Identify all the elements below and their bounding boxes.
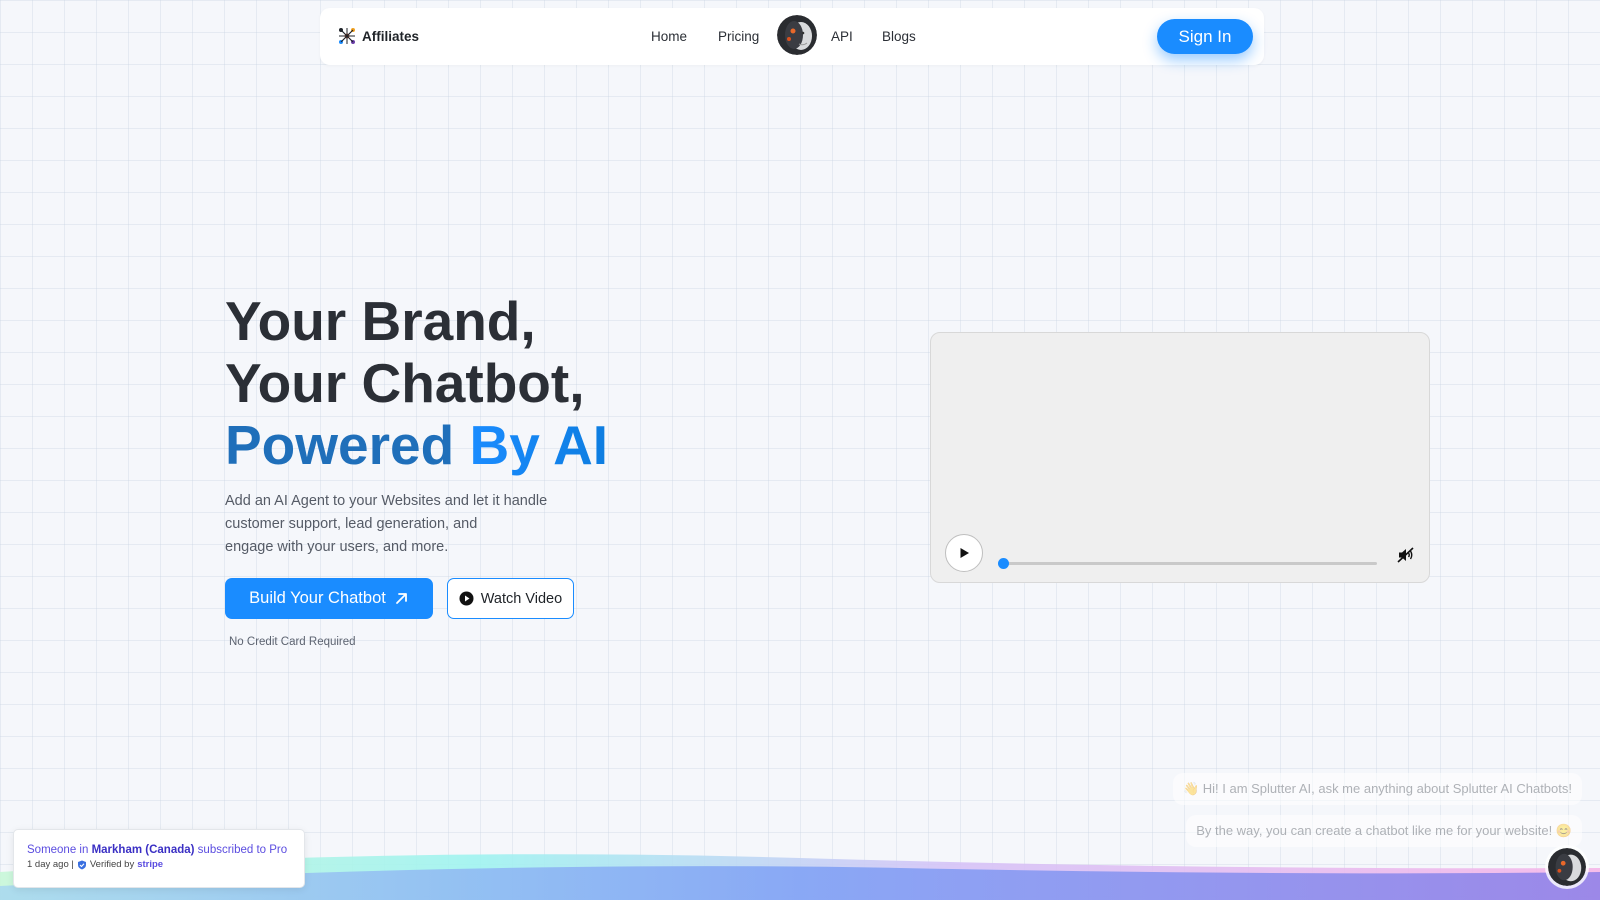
sign-in-button[interactable]: Sign In	[1157, 19, 1253, 54]
chatbot-avatar-icon	[1548, 848, 1586, 886]
watch-video-label: Watch Video	[480, 590, 563, 607]
toast-action: subscribed to Pro	[197, 844, 288, 856]
hero-description-line-1: Add an AI Agent to your Websites and let…	[225, 493, 548, 509]
chat-bubble-promo[interactable]: By the way, you can create a chatbot lik…	[1186, 815, 1582, 847]
hero-title-line-3: Powered By AI	[225, 414, 608, 476]
hero-title-line-1: Your Brand,	[225, 290, 536, 352]
affiliates-link[interactable]: Affiliates	[338, 27, 419, 45]
toast-meta: 1 day ago | Verified by stripe	[27, 859, 291, 870]
nav-pricing[interactable]: Pricing	[718, 29, 759, 44]
affiliates-logo-icon	[339, 28, 355, 44]
robot-avatar-logo[interactable]	[777, 15, 817, 55]
toast-time: 1 day ago |	[27, 859, 74, 870]
play-circle-icon	[459, 591, 474, 606]
nav-api[interactable]: API	[831, 29, 853, 44]
nav-blogs[interactable]: Blogs	[882, 29, 916, 44]
hero-description-line-3: engage with your users, and more.	[225, 539, 449, 555]
hero-title: Your Brand, Your Chatbot, Powered By AI	[225, 290, 608, 476]
chat-launcher-button[interactable]	[1548, 848, 1586, 886]
hero-title-powered: Powered	[225, 414, 455, 476]
no-credit-card-note: No Credit Card Required	[229, 636, 356, 648]
toast-location: Markham (Canada)	[91, 844, 195, 856]
hero-title-line-2: Your Chatbot,	[225, 352, 585, 414]
video-play-button[interactable]	[945, 534, 983, 572]
toast-prefix: Someone in	[27, 844, 89, 856]
video-progress-bar[interactable]	[998, 558, 1377, 569]
hero-description: Add an AI Agent to your Websites and let…	[225, 490, 585, 559]
chat-bubble-greeting[interactable]: 👋 Hi! I am Splutter AI, ask me anything …	[1172, 773, 1582, 805]
nav-home[interactable]: Home	[651, 29, 687, 44]
affiliates-label: Affiliates	[362, 28, 420, 44]
build-chatbot-button[interactable]: Build Your Chatbot	[225, 578, 433, 619]
stripe-link[interactable]: stripe	[137, 859, 163, 870]
hero-title-by-ai: By AI	[469, 414, 609, 476]
hero-description-line-2: customer support, lead generation, and	[225, 516, 478, 532]
verified-shield-icon	[77, 860, 86, 869]
watch-video-button[interactable]: Watch Video	[447, 578, 574, 619]
robot-face-icon	[777, 15, 817, 55]
toast-message: Someone in Markham (Canada) subscribed t…	[27, 844, 291, 856]
video-progress-thumb[interactable]	[998, 558, 1009, 569]
top-navbar: Affiliates Home Pricing API Blogs Sign I…	[320, 8, 1264, 65]
toast-verified: Verified by	[89, 859, 135, 870]
video-player[interactable]	[930, 332, 1430, 583]
play-icon	[960, 548, 969, 558]
muted-speaker-icon[interactable]	[1396, 545, 1416, 565]
subscription-toast[interactable]: Someone in Markham (Canada) subscribed t…	[13, 829, 305, 888]
build-chatbot-label: Build Your Chatbot	[249, 589, 386, 607]
arrow-up-right-icon	[395, 593, 407, 604]
